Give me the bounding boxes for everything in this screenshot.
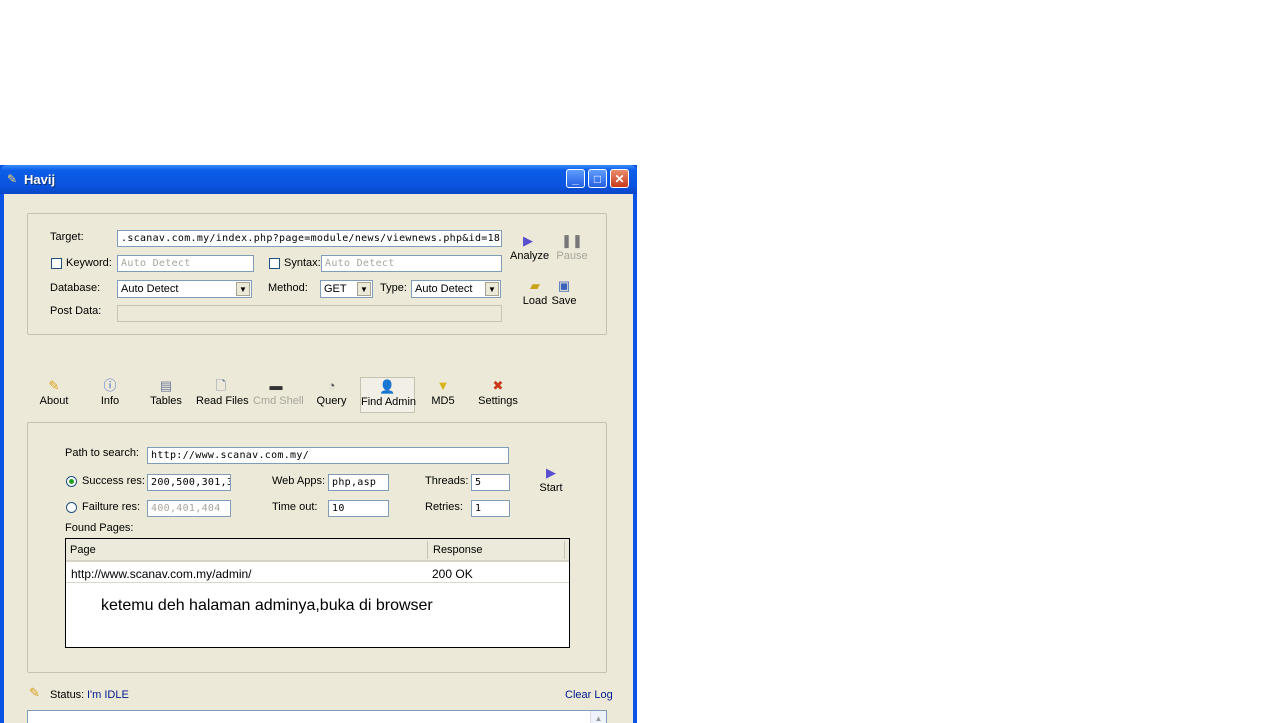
dropdown-arrow-icon: ▼ [357, 282, 371, 296]
column-header-response[interactable]: Response [433, 544, 483, 556]
tab-find-admin[interactable]: 👤 Find Admin [360, 377, 416, 413]
type-select[interactable]: Auto Detect ▼ [411, 280, 501, 298]
play-icon: ▶ [523, 233, 533, 248]
column-divider[interactable] [564, 541, 565, 559]
pause-button[interactable]: ❚❚ Pause [555, 233, 589, 262]
type-label: Type: [380, 282, 407, 294]
md5-icon: ▼ [436, 378, 450, 393]
target-label: Target: [50, 231, 84, 243]
floppy-disk-icon: ▣ [557, 278, 571, 293]
keyword-input[interactable]: Auto Detect [117, 255, 254, 272]
method-value: GET [324, 283, 347, 295]
maximize-button[interactable]: □ [588, 169, 607, 188]
timeout-label: Time out: [272, 501, 318, 513]
column-header-page[interactable]: Page [70, 544, 96, 556]
success-label: Success res: [82, 475, 145, 487]
success-radio[interactable] [66, 476, 77, 487]
path-label: Path to search: [65, 447, 139, 459]
web-apps-label: Web Apps: [272, 475, 325, 487]
start-button[interactable]: ▶ Start [536, 465, 566, 494]
query-icon: ◔ [327, 378, 336, 393]
tab-md5[interactable]: ▼ MD5 [430, 377, 456, 413]
minimize-button[interactable]: _ [566, 169, 585, 188]
found-pages-label: Found Pages: [65, 522, 134, 534]
failure-radio[interactable] [66, 502, 77, 513]
failure-input[interactable]: 400,401,404 [147, 500, 231, 517]
folder-open-icon: ▰ [530, 278, 540, 293]
cmd-shell-icon: ▬ [269, 378, 283, 393]
clear-log-link[interactable]: Clear Log [565, 689, 613, 701]
tab-info[interactable]: ⓘ Info [96, 377, 124, 413]
threads-label: Threads: [425, 475, 469, 487]
row-response: 200 OK [432, 567, 473, 581]
column-divider[interactable] [427, 541, 428, 559]
settings-icon: ✖ [492, 378, 504, 393]
load-button[interactable]: ▰ Load [522, 278, 548, 307]
keyword-checkbox[interactable] [51, 258, 62, 269]
tables-icon: ▤ [159, 378, 173, 393]
status-icon: ✎ [29, 685, 40, 700]
row-page: http://www.scanav.com.my/admin/ [71, 567, 252, 581]
database-select[interactable]: Auto Detect ▼ [117, 280, 252, 298]
window-title: Havij [24, 172, 56, 187]
status-label: Status: [50, 689, 85, 701]
timeout-input[interactable]: 10 [328, 500, 389, 517]
database-value: Auto Detect [121, 283, 179, 295]
havij-window: ✎ Havij _ □ ✕ Target: .scanav.com.my/ind… [0, 165, 637, 723]
syntax-input[interactable]: Auto Detect [321, 255, 502, 272]
web-apps-input[interactable]: php,asp [328, 474, 389, 491]
scroll-up-icon[interactable]: ▲ [590, 711, 606, 723]
threads-input[interactable]: 5 [471, 474, 510, 491]
database-label: Database: [50, 282, 101, 294]
post-data-input[interactable] [117, 305, 502, 322]
retries-label: Retries: [425, 501, 463, 513]
tab-settings[interactable]: ✖ Settings [478, 377, 518, 413]
post-data-label: Post Data: [50, 305, 102, 317]
failure-label: Failture res: [82, 501, 141, 513]
type-value: Auto Detect [415, 283, 473, 295]
syntax-checkbox[interactable] [269, 258, 280, 269]
table-row[interactable]: http://www.scanav.com.my/admin/ 200 OK [66, 565, 569, 583]
client-area: Target: .scanav.com.my/index.php?page=mo… [4, 194, 633, 723]
log-area[interactable]: ▲ [27, 710, 607, 723]
info-icon: ⓘ [103, 378, 117, 393]
success-input[interactable]: 200,500,301,3 [147, 474, 231, 491]
keyword-label: Keyword: [66, 257, 112, 269]
method-select[interactable]: GET ▼ [320, 280, 373, 298]
find-admin-icon: 👤 [379, 379, 396, 394]
tab-read-files[interactable]: 🗋 Read Files [196, 377, 249, 413]
save-button[interactable]: ▣ Save [550, 278, 578, 307]
close-button[interactable]: ✕ [610, 169, 629, 188]
retries-input[interactable]: 1 [471, 500, 510, 517]
annotation-note: ketemu deh halaman adminya,buka di brows… [101, 597, 433, 614]
found-pages-list[interactable]: Page Response http://www.scanav.com.my/a… [65, 538, 570, 648]
dropdown-arrow-icon: ▼ [485, 282, 499, 296]
target-input[interactable]: .scanav.com.my/index.php?page=module/new… [117, 230, 502, 247]
tab-about[interactable]: ✎ About [37, 377, 71, 413]
method-label: Method: [268, 282, 308, 294]
app-icon: ✎ [7, 172, 18, 186]
about-icon: ✎ [48, 378, 60, 393]
pause-icon: ❚❚ [561, 233, 583, 248]
tab-tables[interactable]: ▤ Tables [148, 377, 184, 413]
list-header: Page Response [66, 539, 569, 562]
analyze-button[interactable]: ▶ Analyze [510, 233, 549, 262]
tab-cmd-shell[interactable]: ▬ Cmd Shell [253, 377, 304, 413]
title-bar[interactable]: ✎ Havij _ □ ✕ [0, 165, 637, 194]
path-input[interactable]: http://www.scanav.com.my/ [147, 447, 509, 464]
dropdown-arrow-icon: ▼ [236, 282, 250, 296]
play-icon: ▶ [546, 465, 556, 480]
syntax-label: Syntax: [284, 257, 321, 269]
read-files-icon: 🗋 [215, 378, 227, 393]
tab-query[interactable]: ◔ Query [315, 377, 348, 413]
status-value: I'm IDLE [87, 689, 129, 701]
